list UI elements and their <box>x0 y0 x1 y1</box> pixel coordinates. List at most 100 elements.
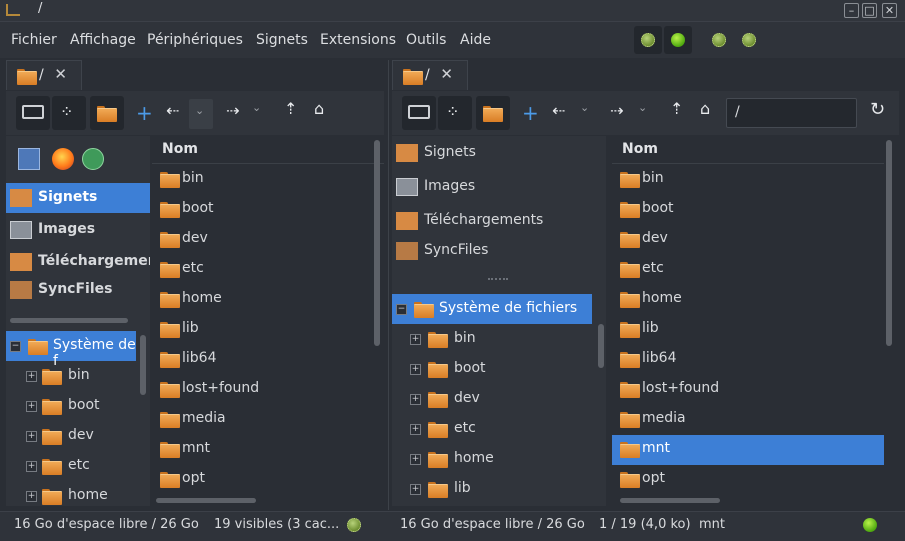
right-list-hscroll[interactable] <box>620 498 720 503</box>
left-places-hscroll[interactable] <box>10 318 128 323</box>
left-folder-button[interactable] <box>90 96 124 130</box>
file-row[interactable]: opt <box>152 465 384 495</box>
pane-splitter[interactable] <box>388 60 389 510</box>
led-indicator-box-2[interactable] <box>664 26 692 54</box>
file-row[interactable]: lost+found <box>152 375 384 405</box>
place-telechargements[interactable]: Téléchargemen <box>6 247 150 277</box>
firefox-icon[interactable] <box>52 148 74 170</box>
right-tab[interactable]: / ✕ <box>392 60 468 90</box>
file-row[interactable]: lib64 <box>152 345 384 375</box>
place-telechargements[interactable]: Téléchargements <box>392 206 602 236</box>
left-column-header-name[interactable]: Nom <box>152 136 384 164</box>
led-indicator-box-1[interactable] <box>634 26 662 54</box>
right-column-header-name[interactable]: Nom <box>612 136 884 164</box>
expand-icon[interactable]: + <box>26 491 37 502</box>
left-home-icon[interactable]: ⌂ <box>314 99 324 118</box>
menu-outils[interactable]: Outils <box>406 32 446 48</box>
right-tab-close-icon[interactable]: ✕ <box>440 65 453 83</box>
menu-affichage[interactable]: Affichage <box>70 32 136 48</box>
tree-row[interactable]: + bin <box>6 361 150 391</box>
tree-row[interactable]: + lib <box>392 474 606 504</box>
file-row[interactable]: media <box>152 405 384 435</box>
collapse-icon[interactable]: − <box>10 341 21 352</box>
tree-row[interactable]: + home <box>392 444 606 474</box>
file-row-selected[interactable]: mnt <box>612 435 884 465</box>
left-forward-icon[interactable]: ⇢ <box>226 101 239 120</box>
file-row[interactable]: lib <box>612 315 884 345</box>
right-new-icon[interactable]: + <box>522 101 539 125</box>
maximize-button[interactable]: □ <box>862 3 877 18</box>
place-images[interactable]: Images <box>6 215 150 245</box>
menu-fichier[interactable]: Fichier <box>11 32 57 48</box>
left-tree-button[interactable]: ⁘ <box>52 96 86 130</box>
expand-icon[interactable]: + <box>410 454 421 465</box>
tree-root-row[interactable]: − Système de f <box>6 331 136 369</box>
expand-icon[interactable]: + <box>410 334 421 345</box>
right-forward-icon[interactable]: ⇢ <box>610 101 623 120</box>
left-back-icon[interactable]: ⇠ <box>166 101 179 120</box>
file-row[interactable]: home <box>612 285 884 315</box>
tree-row[interactable]: + boot <box>6 391 150 421</box>
file-row[interactable]: lost+found <box>612 375 884 405</box>
tree-row[interactable]: + dev <box>6 421 150 451</box>
tree-row[interactable]: + etc <box>392 414 606 444</box>
refresh-icon[interactable]: ↻ <box>870 99 885 120</box>
tree-row[interactable]: + home <box>6 481 150 506</box>
expand-icon[interactable]: + <box>410 484 421 495</box>
tree-row[interactable]: + boot <box>392 354 606 384</box>
minimize-button[interactable]: – <box>844 3 859 18</box>
right-tree-button[interactable]: ⁘ <box>438 96 472 130</box>
left-drive-button[interactable] <box>16 96 50 130</box>
left-list-vscroll[interactable] <box>374 140 380 346</box>
right-folder-button[interactable] <box>476 96 510 130</box>
file-row[interactable]: boot <box>152 195 384 225</box>
right-home-icon[interactable]: ⌂ <box>700 99 710 118</box>
place-syncfiles[interactable]: SyncFiles <box>6 275 150 305</box>
expand-icon[interactable]: + <box>410 364 421 375</box>
left-tab-close-icon[interactable]: ✕ <box>54 65 67 83</box>
right-forward-chevron-icon[interactable]: ⌄ <box>638 101 647 114</box>
tree-root-row[interactable]: − Système de fichiers <box>392 294 592 324</box>
file-row[interactable]: opt <box>612 465 884 495</box>
file-row[interactable]: home <box>152 285 384 315</box>
right-list-vscroll[interactable] <box>886 140 892 346</box>
right-back-icon[interactable]: ⇠ <box>552 101 565 120</box>
tree-row[interactable]: + bin <box>392 324 606 354</box>
file-row[interactable]: etc <box>612 255 884 285</box>
file-row[interactable]: lib64 <box>612 345 884 375</box>
place-signets[interactable]: Signets <box>6 183 150 213</box>
left-list-hscroll[interactable] <box>156 498 256 503</box>
left-back-dropdown[interactable]: ⌄ <box>189 99 213 129</box>
app-launcher-icon[interactable] <box>82 148 104 170</box>
left-up-icon[interactable]: ⇡ <box>284 99 297 118</box>
right-up-icon[interactable]: ⇡ <box>670 99 683 118</box>
file-row[interactable]: media <box>612 405 884 435</box>
menu-signets[interactable]: Signets <box>256 32 308 48</box>
left-new-icon[interactable]: + <box>136 101 153 125</box>
file-row[interactable]: mnt <box>152 435 384 465</box>
file-row[interactable]: dev <box>612 225 884 255</box>
file-row[interactable]: lib <box>152 315 384 345</box>
file-row[interactable]: bin <box>152 165 384 195</box>
expand-icon[interactable]: + <box>26 431 37 442</box>
expand-icon[interactable]: + <box>26 401 37 412</box>
path-field[interactable]: / <box>726 98 857 128</box>
collapse-icon[interactable]: − <box>396 304 407 315</box>
splitter-handle[interactable] <box>488 278 508 280</box>
file-row[interactable]: etc <box>152 255 384 285</box>
right-drive-button[interactable] <box>402 96 436 130</box>
left-tab[interactable]: / ✕ <box>6 60 82 90</box>
expand-icon[interactable]: + <box>26 371 37 382</box>
calculator-icon[interactable] <box>18 148 40 170</box>
place-signets[interactable]: Signets <box>392 138 602 168</box>
file-row[interactable]: boot <box>612 195 884 225</box>
place-images[interactable]: Images <box>392 172 602 202</box>
tree-row[interactable]: + etc <box>6 451 150 481</box>
close-window-button[interactable]: ✕ <box>882 3 897 18</box>
menu-peripheriques[interactable]: Périphériques <box>147 32 243 48</box>
file-row[interactable]: dev <box>152 225 384 255</box>
place-syncfiles[interactable]: SyncFiles <box>392 236 602 266</box>
menu-aide[interactable]: Aide <box>460 32 491 48</box>
right-back-chevron-icon[interactable]: ⌄ <box>580 101 589 114</box>
file-row[interactable]: bin <box>612 165 884 195</box>
